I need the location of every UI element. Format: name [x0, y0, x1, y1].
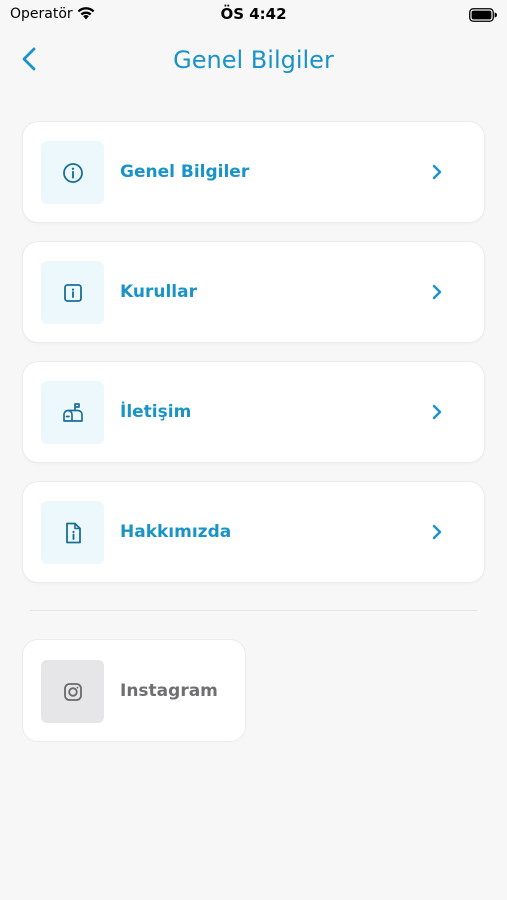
icon-box [41, 660, 104, 723]
instagram-icon [63, 682, 82, 701]
menu-item-label: Hakkımızda [120, 522, 232, 542]
icon-box [41, 141, 104, 204]
clock: ÖS 4:42 [220, 5, 287, 23]
status-bar: Operatör ÖS 4:42 [0, 0, 507, 30]
menu-item-genel-bilgiler[interactable]: Genel Bilgiler [22, 121, 485, 223]
icon-box [41, 381, 104, 444]
page-title: Genel Bilgiler [173, 46, 334, 74]
instagram-label: Instagram [120, 681, 218, 701]
menu-item-iletisim[interactable]: İletişim [22, 361, 485, 463]
nav-bar: Genel Bilgiler [0, 38, 507, 82]
menu-item-label: Kurullar [120, 282, 197, 302]
menu-item-hakkimizda[interactable]: Hakkımızda [22, 481, 485, 583]
mailbox-icon [62, 402, 83, 422]
info-document-icon [65, 522, 81, 543]
icon-box [41, 261, 104, 324]
info-square-icon [63, 283, 82, 302]
chevron-right-icon [432, 284, 442, 300]
info-circle-icon [62, 162, 83, 183]
divider [30, 610, 477, 611]
screen: Operatör ÖS 4:42 Genel Bilgiler Genel Bi… [0, 0, 507, 900]
battery-icon [469, 7, 497, 26]
chevron-right-icon [432, 524, 442, 540]
chevron-right-icon [432, 404, 442, 420]
menu-item-label: Genel Bilgiler [120, 162, 250, 182]
menu-item-label: İletişim [120, 402, 192, 422]
icon-box [41, 501, 104, 564]
menu-item-kurullar[interactable]: Kurullar [22, 241, 485, 343]
chevron-right-icon [432, 164, 442, 180]
instagram-button[interactable]: Instagram [22, 639, 246, 742]
